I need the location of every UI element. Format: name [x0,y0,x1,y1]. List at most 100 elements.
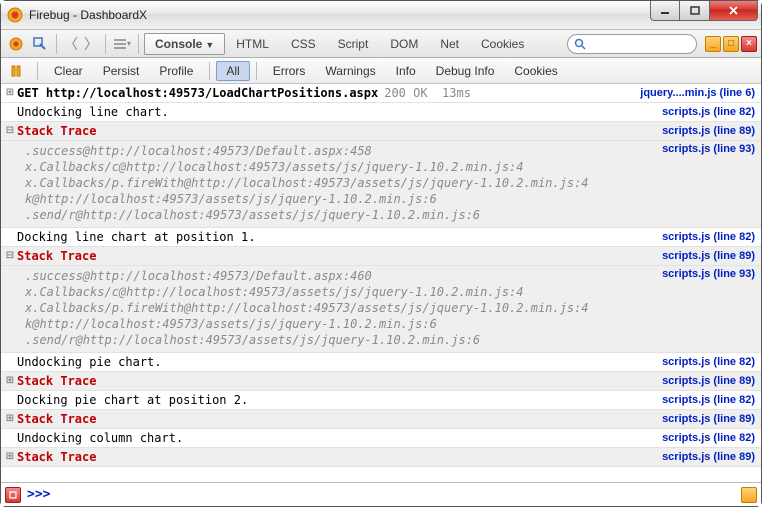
stack-trace-label: Stack Trace [17,123,654,139]
log-message-row: Undocking line chart.scripts.js (line 82… [1,103,761,122]
history-forward-button[interactable]: 〉 [82,34,100,54]
window-titlebar: Firebug - DashboardX [1,1,761,30]
stack-frame[interactable]: .send/r@http://localhost:49573/assets/js… [25,207,761,223]
log-message-row: Docking line chart at position 1.scripts… [1,228,761,247]
filter-errors[interactable]: Errors [263,61,316,81]
stack-trace-header[interactable]: Stack Tracescripts.js (line 89) [1,122,761,141]
break-on-error-button[interactable] [5,61,27,81]
stack-frame[interactable]: k@http://localhost:49573/assets/js/jquer… [25,316,761,332]
tab-html[interactable]: HTML [225,33,280,55]
stack-frame[interactable]: x.Callbacks/c@http://localhost:49573/ass… [25,284,761,300]
filter-debug-info[interactable]: Debug Info [426,61,505,81]
tab-cookies[interactable]: Cookies [470,33,535,55]
request-summary: GET http://localhost:49573/LoadChartPosi… [17,85,632,101]
stack-frame[interactable]: .send/r@http://localhost:49573/assets/js… [25,332,761,348]
search-icon [574,38,586,50]
expand-toggle[interactable] [3,411,17,427]
stack-frame[interactable]: .success@http://localhost:49573/Default.… [25,268,761,284]
close-panel-button[interactable]: × [741,36,757,52]
log-message-row: Undocking pie chart.scripts.js (line 82) [1,353,761,372]
tab-css[interactable]: CSS [280,33,327,55]
command-input[interactable] [56,488,737,502]
search-box[interactable] [567,34,697,54]
stack-trace-body: scripts.js (line 93).success@http://loca… [1,141,761,228]
filter-all[interactable]: All [216,61,249,81]
tab-console[interactable]: Console▼ [144,33,225,55]
stack-trace-label: Stack Trace [17,248,654,264]
log-message-text: Undocking line chart. [17,104,654,120]
source-link[interactable]: scripts.js (line 89) [654,373,755,389]
source-link[interactable]: scripts.js (line 93) [654,143,755,155]
stack-trace-label: Stack Trace [17,411,654,427]
tab-script[interactable]: Script [327,33,380,55]
command-line: >>> [1,482,761,506]
panel-tabs: Console▼HTMLCSSScriptDOMNetCookies [144,33,535,55]
log-message-text: Undocking pie chart. [17,354,654,370]
stack-trace-body: scripts.js (line 93).success@http://loca… [1,266,761,353]
stack-frame[interactable]: x.Callbacks/p.fireWith@http://localhost:… [25,175,761,191]
main-toolbar: 〈 〉 ▾ Console▼HTMLCSSScriptDOMNetCookies… [1,30,761,58]
stack-trace-label: Stack Trace [17,373,654,389]
log-message-text: Undocking column chart. [17,430,654,446]
expand-toggle[interactable] [3,123,17,139]
source-link[interactable]: scripts.js (line 89) [654,411,755,427]
stack-frame[interactable]: .success@http://localhost:49573/Default.… [25,143,761,159]
log-message-text: Docking line chart at position 1. [17,229,654,245]
toolbar-separator [37,62,38,80]
log-message-row: Docking pie chart at position 2.scripts.… [1,391,761,410]
expand-toggle[interactable] [3,449,17,465]
source-link[interactable]: scripts.js (line 89) [654,123,755,139]
detach-panel-button[interactable]: □ [723,36,739,52]
window-close-button[interactable] [710,1,758,21]
source-link[interactable]: scripts.js (line 82) [654,104,755,120]
toolbar-separator [105,34,106,54]
command-line-icon[interactable] [5,487,21,503]
history-back-button[interactable]: 〈 [62,34,80,54]
window-minimize-button[interactable] [650,1,680,21]
panel-list-icon[interactable]: ▾ [111,33,133,55]
stack-trace-header[interactable]: Stack Tracescripts.js (line 89) [1,247,761,266]
http-request-row[interactable]: GET http://localhost:49573/LoadChartPosi… [1,84,761,103]
minimize-panel-button[interactable]: _ [705,36,721,52]
stack-frame[interactable]: x.Callbacks/c@http://localhost:49573/ass… [25,159,761,175]
stack-frame[interactable]: k@http://localhost:49573/assets/js/jquer… [25,191,761,207]
source-link[interactable]: scripts.js (line 89) [654,449,755,465]
toolbar-separator [138,34,139,54]
command-expand-button[interactable] [741,487,757,503]
console-log-area[interactable]: GET http://localhost:49573/LoadChartPosi… [1,84,761,482]
source-link[interactable]: scripts.js (line 82) [654,354,755,370]
tab-dom[interactable]: DOM [379,33,429,55]
search-input[interactable] [589,38,679,50]
command-prompt: >>> [27,487,50,502]
source-link[interactable]: scripts.js (line 82) [654,392,755,408]
stack-frame[interactable]: x.Callbacks/p.fireWith@http://localhost:… [25,300,761,316]
stack-trace-header[interactable]: Stack Tracescripts.js (line 89) [1,372,761,391]
filter-clear[interactable]: Clear [44,61,93,81]
filter-warnings[interactable]: Warnings [315,61,385,81]
toolbar-separator [56,34,57,54]
stack-trace-header[interactable]: Stack Tracescripts.js (line 89) [1,410,761,429]
filter-cookies[interactable]: Cookies [504,61,567,81]
toolbar-separator [256,62,257,80]
source-link[interactable]: scripts.js (line 89) [654,248,755,264]
stack-trace-header[interactable]: Stack Tracescripts.js (line 89) [1,448,761,467]
expand-toggle[interactable] [3,373,17,389]
source-link[interactable]: jquery....min.js (line 6) [632,85,755,101]
firebug-menu-icon[interactable] [5,33,27,55]
window-maximize-button[interactable] [680,1,710,21]
stack-trace-label: Stack Trace [17,449,654,465]
toolbar-separator [209,62,210,80]
console-toolbar: ClearPersistProfile All ErrorsWarningsInfo… [1,58,761,84]
tab-net[interactable]: Net [429,33,470,55]
source-link[interactable]: scripts.js (line 82) [654,229,755,245]
filter-persist[interactable]: Persist [93,61,150,81]
expand-toggle[interactable] [3,85,17,101]
inspect-icon[interactable] [29,33,51,55]
source-link[interactable]: scripts.js (line 82) [654,430,755,446]
source-link[interactable]: scripts.js (line 93) [654,268,755,280]
log-message-text: Docking pie chart at position 2. [17,392,654,408]
expand-toggle[interactable] [3,248,17,264]
firebug-icon [7,7,23,23]
filter-profile[interactable]: Profile [149,61,203,81]
filter-info[interactable]: Info [386,61,426,81]
